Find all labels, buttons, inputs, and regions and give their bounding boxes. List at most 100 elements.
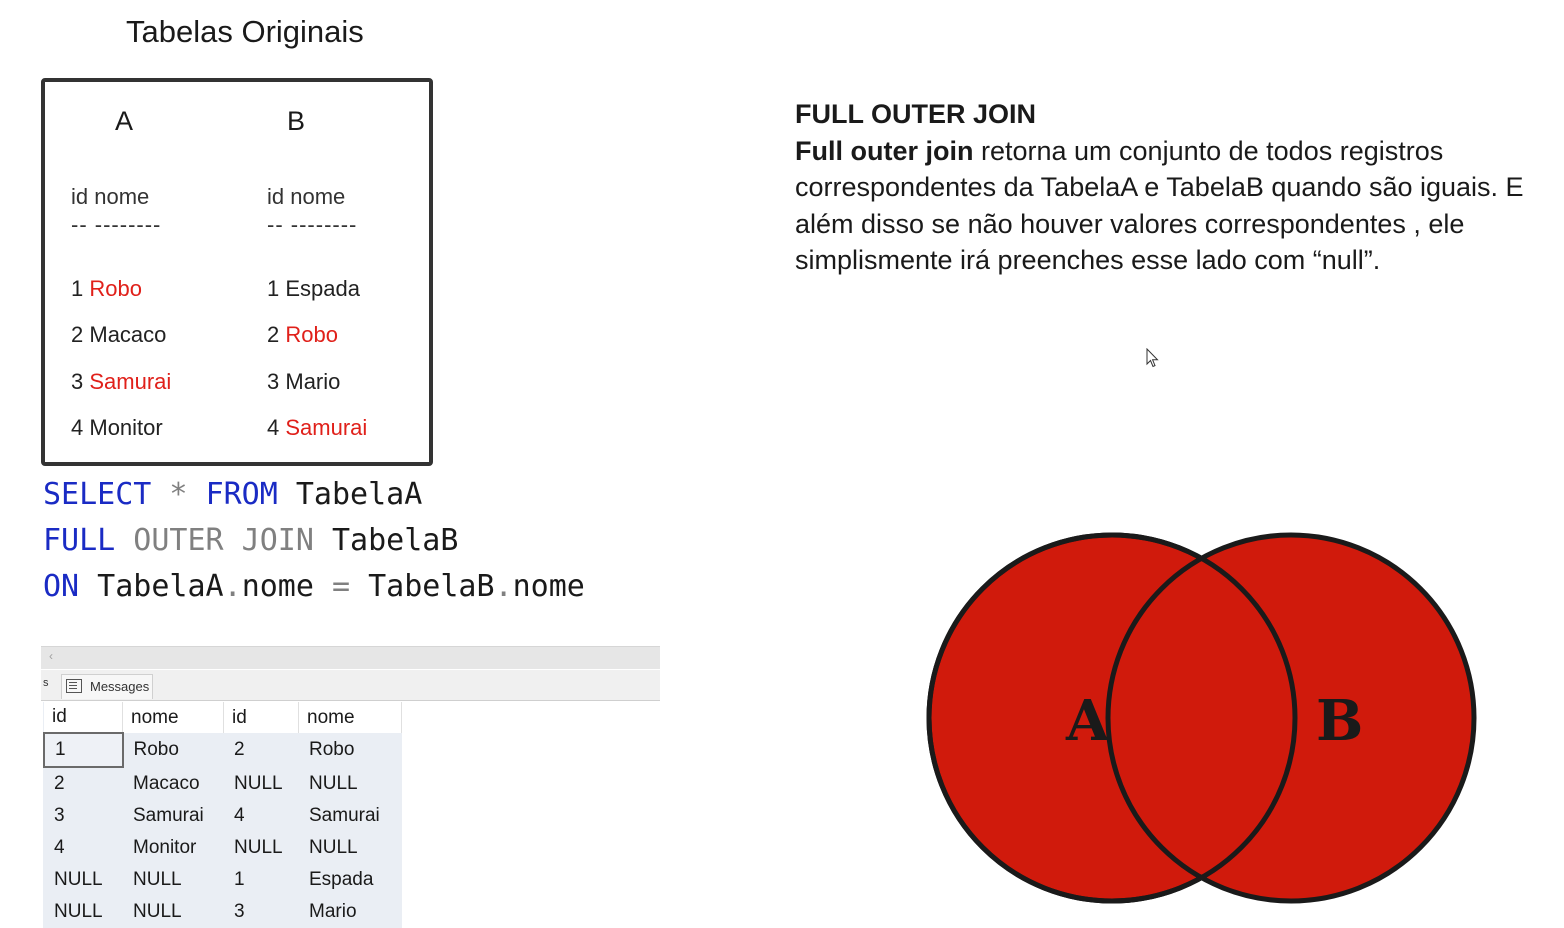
original-tables-box: A id nome -- -------- 1 Robo 2 Macaco 3 … — [41, 78, 433, 466]
row-nome: Robo — [285, 322, 338, 347]
sql-keyword: ON — [43, 569, 80, 604]
table-b-separator: -- -------- — [267, 212, 358, 237]
row-id: 1 — [267, 276, 280, 301]
grid-cell[interactable]: 3 — [223, 896, 299, 928]
row-nome: Robo — [89, 276, 142, 301]
grid-cell-selected[interactable]: 1 — [43, 732, 124, 768]
venn-diagram: A B — [926, 532, 1477, 904]
column-header[interactable]: id — [223, 702, 299, 733]
table-b-row: 3 Mario — [267, 369, 340, 395]
tab-results[interactable]: s — [43, 677, 49, 689]
tab-messages[interactable]: Messages — [61, 674, 153, 699]
row-nome: Samurai — [285, 415, 368, 440]
sql-dot: . — [223, 569, 242, 604]
grid-cell[interactable]: NULL — [223, 832, 299, 864]
sql-ident: TabelaB — [350, 569, 495, 604]
sql-line-1: SELECT * FROM TabelaA — [43, 472, 585, 518]
horizontal-scrollbar[interactable]: ‹ — [41, 646, 660, 669]
results-tabs: s Messages — [41, 670, 660, 701]
sql-query: SELECT * FROM TabelaA FULL OUTER JOIN Tab… — [43, 472, 585, 610]
table-row: 1 Robo 2 Robo — [43, 732, 402, 768]
sql-ident: nome — [512, 569, 585, 604]
row-id: 2 — [71, 322, 84, 347]
grid-cell[interactable]: Macaco — [122, 767, 224, 800]
sql-table: TabelaB — [313, 523, 459, 558]
table-a-separator: -- -------- — [71, 212, 162, 237]
row-nome: Monitor — [89, 415, 163, 440]
table-b-row: 2 Robo — [267, 322, 338, 348]
row-id: 3 — [267, 369, 280, 394]
join-description: FULL OUTER JOIN Full outer join retorna … — [795, 96, 1555, 279]
results-pane: ‹ s Messages id nome id nome 1 Robo 2 Ro… — [41, 646, 660, 928]
table-row: NULL NULL 1 Espada — [44, 864, 402, 896]
row-nome: Mario — [285, 369, 341, 394]
grid-cell[interactable]: NULL — [122, 896, 224, 928]
venn-label-a: A — [1065, 688, 1111, 754]
row-id: 4 — [71, 415, 84, 440]
grid-cell[interactable]: 4 — [44, 832, 123, 864]
row-nome: Espada — [285, 276, 360, 301]
sql-star: * — [151, 477, 206, 512]
description-bold-lead: Full outer join — [795, 135, 974, 166]
table-row: 3 Samurai 4 Samurai — [44, 800, 402, 832]
grid-cell[interactable]: 2 — [223, 733, 299, 767]
sql-keyword: FULL — [43, 523, 116, 558]
table-a-row: 4 Monitor — [71, 415, 163, 441]
grid-cell[interactable]: Mario — [298, 896, 402, 928]
row-id: 2 — [267, 322, 280, 347]
grid-cell[interactable]: NULL — [122, 864, 224, 896]
venn-circle-b — [1105, 532, 1477, 904]
venn-label-b: B — [1316, 688, 1363, 754]
grid-cell[interactable]: 2 — [44, 767, 123, 800]
sql-equals: = — [332, 569, 351, 604]
row-nome: Macaco — [89, 322, 167, 347]
column-header[interactable]: nome — [122, 702, 224, 733]
sql-keyword: SELECT — [43, 477, 152, 512]
sql-table: TabelaA — [277, 477, 423, 512]
sql-dot: . — [494, 569, 513, 604]
grid-cell[interactable]: NULL — [223, 767, 299, 800]
table-b-header: id nome — [267, 184, 346, 209]
grid-cell[interactable]: NULL — [298, 832, 402, 864]
grid-cell[interactable]: 4 — [223, 800, 299, 832]
grid-cell[interactable]: NULL — [44, 864, 123, 896]
row-nome: Samurai — [89, 369, 172, 394]
grid-cell[interactable]: Espada — [298, 864, 402, 896]
mouse-cursor-icon — [1146, 348, 1159, 368]
sql-keyword: FROM — [205, 477, 278, 512]
row-id: 1 — [71, 276, 84, 301]
grid-cell[interactable]: Samurai — [298, 800, 402, 832]
sql-line-2: FULL OUTER JOIN TabelaB — [43, 518, 585, 564]
grid-cell[interactable]: Robo — [122, 733, 224, 767]
grid-cell[interactable]: Samurai — [122, 800, 224, 832]
column-header[interactable]: nome — [298, 702, 402, 733]
row-id: 3 — [71, 369, 84, 394]
original-tables-title: Tabelas Originais — [126, 14, 364, 49]
table-b-row: 1 Espada — [267, 276, 360, 302]
scroll-left-icon[interactable]: ‹ — [49, 649, 53, 663]
table-row: 2 Macaco NULL NULL — [44, 767, 402, 800]
grid-cell[interactable]: Monitor — [122, 832, 224, 864]
results-grid: id nome id nome 1 Robo 2 Robo 2 Macaco N… — [43, 702, 402, 928]
table-b-label: B — [287, 106, 306, 136]
grid-cell[interactable]: NULL — [44, 896, 123, 928]
grid-cell[interactable]: Robo — [298, 733, 402, 767]
messages-icon — [66, 679, 82, 693]
sql-keyword-gray: OUTER JOIN — [115, 523, 314, 558]
column-header[interactable]: id — [44, 702, 123, 733]
row-id: 4 — [267, 415, 280, 440]
table-row: NULL NULL 3 Mario — [44, 896, 402, 928]
results-header-row: id nome id nome — [44, 702, 402, 733]
grid-cell[interactable]: 3 — [44, 800, 123, 832]
grid-cell[interactable]: NULL — [298, 767, 402, 800]
table-a-row: 3 Samurai — [71, 369, 171, 395]
table-b-row: 4 Samurai — [267, 415, 367, 441]
tab-messages-label: Messages — [90, 679, 150, 694]
sql-ident: nome — [241, 569, 332, 604]
table-a-label: A — [115, 106, 134, 136]
table-row: 4 Monitor NULL NULL — [44, 832, 402, 864]
grid-cell[interactable]: 1 — [223, 864, 299, 896]
sql-line-3: ON TabelaA.nome = TabelaB.nome — [43, 564, 585, 610]
table-a-row: 2 Macaco — [71, 322, 166, 348]
sql-ident: TabelaA — [79, 569, 224, 604]
